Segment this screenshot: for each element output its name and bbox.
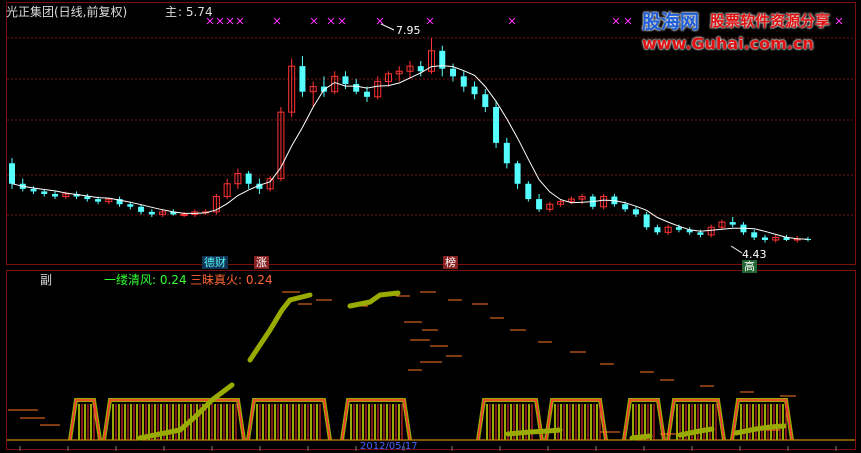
candle-body-down xyxy=(751,232,758,238)
low-pointer xyxy=(730,245,743,254)
signal-marker xyxy=(376,17,384,25)
candle-body-down xyxy=(353,84,360,92)
signal-marker xyxy=(327,17,335,25)
candle-body-down xyxy=(299,66,306,92)
candle-body-down xyxy=(30,188,37,192)
candle-body-down xyxy=(84,196,91,200)
candle-body-down xyxy=(675,227,682,230)
candle-body-down xyxy=(52,193,59,197)
candle-body-down xyxy=(493,107,500,143)
candle-body-down xyxy=(632,209,639,215)
signal-marker xyxy=(310,17,318,25)
candle-body-down xyxy=(342,76,349,85)
signal-marker xyxy=(236,17,244,25)
candle-body-down xyxy=(95,199,102,202)
signal-marker xyxy=(508,17,516,25)
axis-date-label: 2012/05/17 xyxy=(360,441,418,452)
high-pointer xyxy=(380,23,395,31)
signal-marker xyxy=(612,17,620,25)
indicator-curve xyxy=(247,292,313,363)
signal-marker xyxy=(226,17,234,25)
indicator-curve xyxy=(505,427,563,437)
watermark-url: www.Guhai.com.cn xyxy=(642,34,814,53)
candle-body-down xyxy=(525,183,532,200)
candle-body-down xyxy=(363,91,370,97)
candle-body-down xyxy=(729,222,736,225)
candle-body-down xyxy=(471,86,478,95)
watermark-brand: 股海网 xyxy=(642,11,700,33)
candle-body-down xyxy=(697,232,704,235)
candle-body-down xyxy=(417,66,424,72)
candle-body-down xyxy=(536,199,543,210)
moving-average-line xyxy=(11,65,809,240)
candle-body-down xyxy=(761,237,768,240)
candle-body-down xyxy=(9,163,15,184)
candle-body-down xyxy=(41,191,48,194)
signal-list-tag: 榜 xyxy=(443,256,458,269)
signal-marker xyxy=(624,17,632,25)
signal-marker xyxy=(338,17,346,25)
signal-trade-tag: 德财 xyxy=(202,256,228,269)
candle-body-down xyxy=(245,173,252,184)
stock-chart-window: 光正集团(日线,前复权) 主 : 5.74 副 一缕清风 : 0.24 三昧真火… xyxy=(0,0,861,453)
candle-body-down xyxy=(654,227,661,233)
signal-high-tag: 高 xyxy=(742,260,757,273)
candle-body-down xyxy=(127,204,134,207)
candle-body-down xyxy=(460,76,467,87)
candle-body-down xyxy=(622,204,629,210)
watermark-logo: 股海网 股票软件资源分享 www.Guhai.com.cn xyxy=(640,4,855,54)
signal-marker xyxy=(426,17,434,25)
watermark-slogan: 股票软件资源分享 xyxy=(710,12,831,30)
candle-body-down xyxy=(138,206,145,212)
chart-canvas xyxy=(7,17,855,451)
high-price-label: 7.95 xyxy=(396,24,421,37)
candle-body-down xyxy=(643,214,650,228)
candle-body-down xyxy=(450,68,457,77)
candle-body-up xyxy=(180,213,188,216)
indicator-curve xyxy=(629,433,653,441)
candle-body-down xyxy=(148,211,155,215)
signal-rise-tag: 涨 xyxy=(254,256,269,269)
signal-marker xyxy=(206,17,214,25)
indicator-curve xyxy=(347,290,401,309)
signal-marker xyxy=(273,17,281,25)
signal-marker xyxy=(216,17,224,25)
candle-body-down xyxy=(482,94,489,108)
candle-body-down xyxy=(514,163,521,184)
candle-body-down xyxy=(503,142,510,164)
